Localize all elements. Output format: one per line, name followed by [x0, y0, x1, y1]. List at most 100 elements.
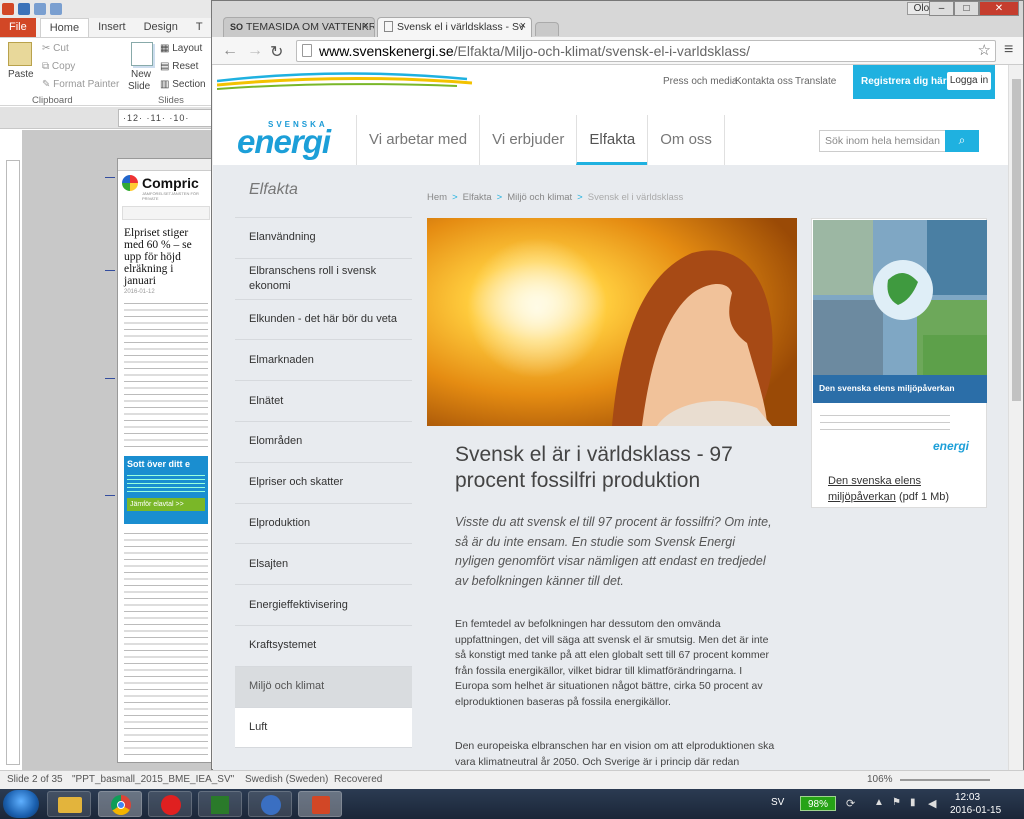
- copy-button[interactable]: ⧉ Copy: [42, 61, 75, 72]
- sidebar-item[interactable]: Elkunden - det här bör du veta: [235, 300, 412, 341]
- sidebar-item[interactable]: Elanvändning: [235, 218, 412, 259]
- sidebar-item[interactable]: Elsajten: [235, 544, 412, 586]
- sidebar-item[interactable]: Elproduktion: [235, 504, 412, 545]
- format-painter-button[interactable]: ✎ Format Painter: [42, 79, 119, 90]
- sidebar-item[interactable]: Kraftsystemet: [235, 626, 412, 667]
- reload-icon[interactable]: ↻: [270, 42, 283, 62]
- page-scrollbar[interactable]: [1008, 65, 1023, 770]
- sidebar-item-active[interactable]: Miljö och klimat: [235, 666, 412, 708]
- save-icon[interactable]: [18, 3, 30, 15]
- zoom-slider[interactable]: [900, 779, 990, 781]
- sidebar-item[interactable]: Elmarknaden: [235, 340, 412, 382]
- explorer-taskbar-icon[interactable]: [47, 791, 91, 817]
- report-cover-image[interactable]: [813, 220, 987, 375]
- search-button[interactable]: ⌕: [945, 130, 979, 152]
- mini-offer-title: Sott över ditt e: [127, 458, 191, 469]
- url-bar[interactable]: www.svenskenergi.se/Elfakta/Miljo-och-kl…: [296, 40, 996, 62]
- press-link[interactable]: Press och media: [663, 76, 737, 87]
- powerpoint-window: File Home Insert Design T Paste ✂ Cut ⧉ …: [0, 0, 215, 789]
- slide-screenshot-image[interactable]: Compric JÄMFÖRELSETJÄNSTEN FÖR PRIVATE E…: [117, 158, 215, 763]
- address-bar-row: ← → ↻ www.svenskenergi.se/Elfakta/Miljo-…: [212, 37, 1023, 65]
- new-tab-button[interactable]: [535, 22, 559, 36]
- show-hidden-icons-icon[interactable]: ▲: [874, 797, 884, 808]
- tab-design[interactable]: Design: [135, 18, 187, 37]
- network-app-taskbar-icon[interactable]: [198, 791, 242, 817]
- zoom-level[interactable]: 106%: [867, 774, 893, 785]
- register-link[interactable]: Registrera dig här +: [861, 76, 955, 87]
- sidebar-item[interactable]: Elområden: [235, 422, 412, 463]
- nav-om-oss[interactable]: Om oss: [647, 115, 725, 165]
- new-slide-button-2[interactable]: Slide: [128, 81, 150, 92]
- site-header: Press och media Kontakta oss Translate R…: [213, 65, 1008, 165]
- minimize-button[interactable]: –: [929, 1, 954, 16]
- new-slide-icon[interactable]: [131, 42, 153, 66]
- sync-icon[interactable]: ⟳: [846, 797, 855, 810]
- breadcrumb-link[interactable]: Miljö och klimat: [507, 192, 572, 203]
- breadcrumb-separator-icon: >: [496, 192, 503, 203]
- layout-button[interactable]: ▦ Layout: [160, 43, 202, 54]
- paste-button[interactable]: Paste: [8, 69, 34, 80]
- breadcrumb-link[interactable]: Elfakta: [463, 192, 492, 203]
- powerpoint-taskbar-icon[interactable]: [298, 791, 342, 817]
- translate-link[interactable]: Translate: [795, 76, 836, 87]
- ppt-app-icon: [2, 3, 14, 15]
- cut-button[interactable]: ✂ Cut: [42, 43, 69, 54]
- start-button[interactable]: [3, 790, 39, 818]
- tab-insert[interactable]: Insert: [89, 18, 135, 37]
- breadcrumb-current: Svensk el i världsklass: [587, 192, 684, 203]
- close-tab-icon[interactable]: ×: [363, 20, 369, 32]
- action-center-flag-icon[interactable]: ⚑: [892, 797, 901, 808]
- new-slide-button[interactable]: New: [131, 69, 151, 80]
- input-language[interactable]: SV: [771, 797, 784, 808]
- chrome-menu-icon[interactable]: ≡: [1004, 41, 1013, 59]
- breadcrumb-link[interactable]: Hem: [427, 192, 447, 203]
- contact-link[interactable]: Kontakta oss: [735, 76, 793, 87]
- tab-home[interactable]: Home: [39, 18, 90, 37]
- clock-date[interactable]: 2016-01-15: [950, 805, 1001, 816]
- browser-tab-vattenkraft[interactable]: SO TEMASIDA OM VATTENKR ×: [223, 17, 375, 37]
- sidebar-item[interactable]: Elpriser och skatter: [235, 463, 412, 504]
- network-signal-icon[interactable]: ▮: [910, 797, 916, 808]
- webpage: Press och media Kontakta oss Translate R…: [213, 65, 1008, 770]
- mail-taskbar-icon[interactable]: [248, 791, 292, 817]
- sidebar-item[interactable]: Elnätet: [235, 381, 412, 422]
- nav-vi-arbetar-med[interactable]: Vi arbetar med: [356, 115, 479, 165]
- close-window-button[interactable]: ✕: [979, 1, 1019, 16]
- back-icon[interactable]: ←: [222, 42, 238, 60]
- tab-favicon-so: SO: [230, 22, 244, 32]
- page-info-icon[interactable]: [302, 44, 312, 57]
- article-paragraph: Den europeiska elbranschen har en vision…: [455, 740, 775, 768]
- login-box: Registrera dig här + Logga in: [853, 65, 995, 99]
- chrome-taskbar-icon[interactable]: [98, 791, 142, 817]
- browser-tab-svenskenergi[interactable]: Svensk el i världsklass - Sv ×: [377, 17, 532, 37]
- bookmark-star-icon[interactable]: ☆: [978, 41, 991, 59]
- nav-elfakta[interactable]: Elfakta: [576, 115, 648, 165]
- tab-transitions[interactable]: T: [187, 18, 212, 37]
- sidebar-item[interactable]: Energieffektivisering: [235, 585, 412, 626]
- chrome-window: SO TEMASIDA OM VATTENKR × Svensk el i vär…: [211, 0, 1024, 770]
- app-taskbar-icon[interactable]: [148, 791, 192, 817]
- forward-icon[interactable]: →: [247, 42, 263, 60]
- main-navigation: Vi arbetar med Vi erbjuder Elfakta Om os…: [356, 115, 725, 165]
- nav-vi-erbjuder[interactable]: Vi erbjuder: [479, 115, 576, 165]
- clipboard-group-label: Clipboard: [32, 95, 73, 106]
- tab-file[interactable]: File: [0, 18, 36, 37]
- language-indicator[interactable]: Swedish (Sweden): [245, 774, 328, 785]
- scrollbar-thumb[interactable]: [1012, 79, 1021, 401]
- undo-icon[interactable]: [34, 3, 46, 15]
- section-button[interactable]: ▥ Section: [160, 79, 206, 90]
- close-tab-icon[interactable]: ×: [520, 20, 526, 32]
- volume-icon[interactable]: ◀: [928, 797, 936, 810]
- sidebar-item[interactable]: Elbranschens roll i svensk ekonomi: [235, 259, 412, 300]
- report-cover-logo: energi: [933, 439, 970, 453]
- battery-indicator[interactable]: 98%: [800, 796, 836, 811]
- clock-time[interactable]: 12:03: [955, 792, 980, 803]
- compricer-logo-icon: [122, 175, 138, 191]
- paste-icon[interactable]: [8, 42, 32, 66]
- reset-button[interactable]: ▤ Reset: [160, 61, 198, 72]
- login-button[interactable]: Logga in: [947, 72, 991, 90]
- sidebar-subitem[interactable]: Luft: [235, 707, 412, 749]
- theme-name: "PPT_basmall_2015_BME_IEA_SV": [72, 774, 235, 785]
- redo-icon[interactable]: [50, 3, 62, 15]
- maximize-button[interactable]: □: [954, 1, 979, 16]
